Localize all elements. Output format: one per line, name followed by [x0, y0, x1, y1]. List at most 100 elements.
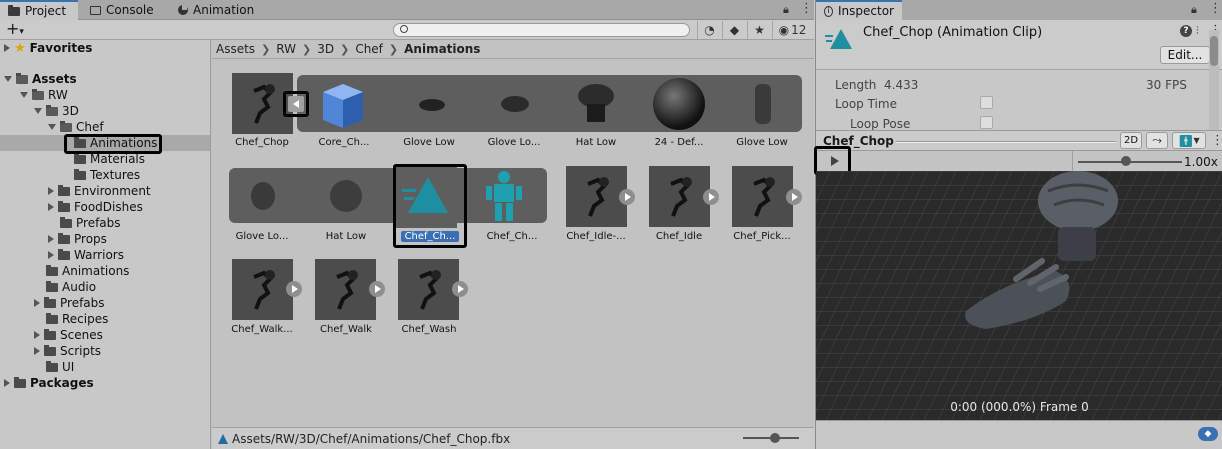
collapse-arrow-icon[interactable] — [34, 108, 42, 114]
preview-viewport[interactable]: 0:00 (000.0%) Frame 0 — [816, 171, 1222, 420]
loop-pose-checkbox[interactable] — [980, 116, 993, 129]
chef-pick-thumbnail[interactable] — [732, 166, 793, 227]
more-icon[interactable]: ⋮ — [1209, 1, 1222, 16]
tree-favorites[interactable]: ★ Favorites — [4, 40, 92, 56]
tree-audio[interactable]: Audio — [46, 279, 96, 295]
tree-packages[interactable]: Packages — [4, 375, 94, 391]
chef-wash-thumbnail[interactable] — [398, 259, 459, 320]
add-button[interactable]: +▾ — [6, 20, 24, 41]
asset-label[interactable]: Hat Low — [308, 231, 384, 242]
speed-slider-handle[interactable] — [1121, 156, 1131, 166]
asset-label[interactable]: Core_Ch... — [306, 137, 382, 148]
tab-animation[interactable]: Animation — [170, 0, 262, 20]
search-input[interactable] — [393, 23, 690, 37]
asset-label[interactable]: Chef_Wash — [391, 324, 467, 335]
tab-console[interactable]: Console — [82, 0, 162, 20]
tree-textures[interactable]: Textures — [74, 167, 140, 183]
breadcrumb-3d[interactable]: 3D — [317, 42, 334, 56]
lock-icon[interactable]: 🔒︎ — [783, 3, 789, 17]
tree-scripts[interactable]: Scripts — [34, 343, 101, 359]
help-icon[interactable]: ? — [1180, 25, 1192, 37]
more-icon[interactable]: ⋮ — [800, 1, 813, 16]
tree-animations-top[interactable]: Animations — [46, 263, 129, 279]
tab-project[interactable]: Project — [0, 0, 78, 20]
collapse-arrow-icon[interactable] — [20, 92, 28, 98]
asset-label[interactable]: Glove Lo... — [476, 137, 552, 148]
favorite-button[interactable]: ★ — [747, 21, 771, 39]
asset-label[interactable]: Glove Low — [724, 137, 800, 148]
tab-inspector[interactable]: i Inspector — [816, 0, 902, 20]
breadcrumb-assets[interactable]: Assets — [216, 42, 255, 56]
play-button[interactable] — [820, 151, 850, 171]
chef-chop-fbx-thumbnail[interactable] — [232, 73, 293, 134]
tree-assets[interactable]: Assets — [4, 71, 77, 87]
asset-label[interactable]: Chef_Ch... — [474, 231, 550, 242]
tree-chef[interactable]: Chef — [48, 119, 104, 135]
asset-label[interactable]: Chef_Walk... — [224, 324, 300, 335]
expand-arrow-icon[interactable] — [34, 331, 40, 339]
expand-arrow-icon[interactable] — [34, 347, 40, 355]
expand-arrow-icon[interactable] — [34, 299, 40, 307]
asset-label[interactable]: Glove Lo... — [224, 231, 300, 242]
breadcrumb-animations[interactable]: Animations — [404, 42, 480, 56]
tree-3d[interactable]: 3D — [34, 103, 79, 119]
expand-subassets-button[interactable] — [619, 189, 635, 205]
edit-button[interactable]: Edit... — [1160, 46, 1210, 64]
settings-icon[interactable]: ⫶ — [1196, 24, 1199, 38]
expand-subassets-button[interactable] — [286, 281, 302, 297]
tree-prefabs[interactable]: Prefabs — [34, 295, 105, 311]
tree-animations[interactable]: Animations — [0, 135, 210, 151]
loop-time-checkbox[interactable] — [980, 96, 993, 109]
asset-label[interactable]: Glove Low — [391, 137, 467, 148]
tree-materials[interactable]: Materials — [74, 151, 145, 167]
expand-arrow-icon[interactable] — [4, 44, 10, 52]
asset-label[interactable]: Hat Low — [558, 137, 634, 148]
tree-warriors[interactable]: Warriors — [48, 247, 124, 263]
asset-label[interactable]: 24 - Def... — [641, 137, 717, 148]
chef-idle-fbx-thumbnail[interactable] — [566, 166, 627, 227]
breadcrumb-rw[interactable]: RW — [276, 42, 296, 56]
asset-label[interactable]: Chef_Pick... — [724, 231, 800, 242]
asset-label[interactable]: Chef_Walk — [308, 324, 384, 335]
expand-subassets-button[interactable] — [369, 281, 385, 297]
chef-walk-thumbnail[interactable] — [315, 259, 376, 320]
tree-fooddishes[interactable]: FoodDishes — [48, 199, 143, 215]
tree-props[interactable]: Props — [48, 231, 107, 247]
avatar-dropdown-button[interactable]: 🚹︎ ▼ — [1172, 132, 1206, 149]
expand-subassets-button[interactable] — [703, 189, 719, 205]
collapse-arrow-icon[interactable] — [4, 76, 12, 82]
tree-prefabs-sub[interactable]: Prefabs — [60, 215, 121, 231]
tree-environment[interactable]: Environment — [48, 183, 151, 199]
hidden-packages-button[interactable]: ◉ 12 — [772, 21, 812, 39]
lock-icon[interactable]: 🔒︎ — [1191, 3, 1197, 17]
tree-rw[interactable]: RW — [20, 87, 68, 103]
pivot-button[interactable]: ⤳ — [1146, 132, 1168, 149]
expand-arrow-icon[interactable] — [48, 251, 54, 259]
scrollbar-thumb[interactable] — [1210, 36, 1218, 66]
expand-arrow-icon[interactable] — [48, 187, 54, 195]
tree-ui[interactable]: UI — [46, 359, 74, 375]
breadcrumb-chef[interactable]: Chef — [355, 42, 383, 56]
expand-subassets-button[interactable] — [452, 281, 468, 297]
asset-labels-icon[interactable]: ◆ — [1198, 427, 1218, 441]
asset-label[interactable]: Chef_Idle-... — [558, 231, 634, 242]
expand-arrow-icon[interactable] — [48, 235, 54, 243]
2d-toggle-button[interactable]: 2D — [1120, 132, 1142, 149]
inspector-scrollbar[interactable] — [1209, 30, 1219, 130]
tree-scenes[interactable]: Scenes — [34, 327, 103, 343]
chef-idle-thumbnail[interactable] — [649, 166, 710, 227]
chef-walk-fbx-thumbnail[interactable] — [232, 259, 293, 320]
asset-label-selected[interactable]: Chef_Ch... — [401, 231, 459, 242]
animation-clip-thumbnail[interactable] — [396, 167, 457, 228]
collapse-arrow-icon[interactable] — [48, 124, 56, 130]
expand-arrow-icon[interactable] — [4, 379, 10, 387]
asset-label[interactable]: Chef_Chop — [224, 137, 300, 148]
expand-arrow-icon[interactable] — [48, 203, 54, 211]
more-icon[interactable]: ⋮ — [1211, 133, 1222, 148]
slider-handle[interactable] — [770, 433, 780, 443]
collapse-subassets-button[interactable] — [288, 96, 304, 112]
tree-recipes[interactable]: Recipes — [46, 311, 108, 327]
filter-by-type-button[interactable]: ◔ — [697, 21, 721, 39]
expand-subassets-button[interactable] — [786, 189, 802, 205]
filter-by-label-button[interactable]: ◆ — [722, 21, 746, 39]
